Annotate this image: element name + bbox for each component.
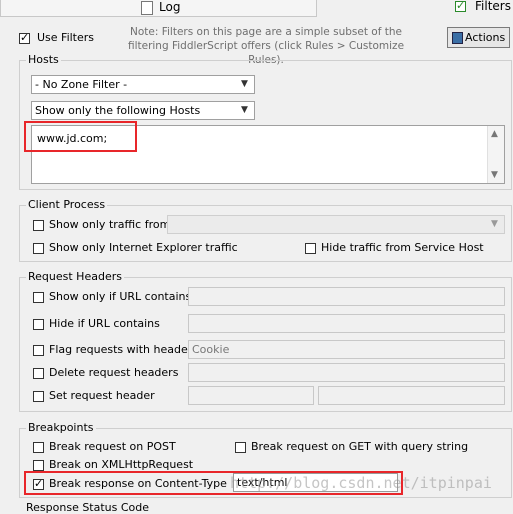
hosts-scrollbar[interactable]: ▲ ▼ [487, 126, 504, 183]
hide-if-url-checkbox[interactable] [33, 319, 44, 330]
zone-filter-value: - No Zone Filter - [35, 78, 128, 91]
hide-if-url-input[interactable] [188, 314, 505, 333]
actions-button[interactable]: Actions [447, 27, 510, 48]
tab-filters-label: Filters [475, 0, 511, 13]
hosts-text: www.jd.com; [37, 132, 108, 145]
break-xhr-checkbox[interactable] [33, 460, 44, 471]
show-only-ie-checkbox[interactable] [33, 243, 44, 254]
break-post-checkbox[interactable] [33, 442, 44, 453]
show-if-url-checkbox[interactable] [33, 292, 44, 303]
delete-headers-input[interactable] [188, 363, 505, 382]
scroll-up-icon[interactable]: ▲ [491, 129, 498, 139]
zone-filter-select[interactable]: - No Zone Filter - ▼ [31, 75, 255, 94]
delete-headers-checkbox[interactable] [33, 368, 44, 379]
host-filter-select[interactable]: Show only the following Hosts ▼ [31, 101, 255, 120]
hosts-group-title: Hosts [26, 53, 61, 66]
flag-headers-input[interactable]: Cookie [188, 340, 505, 359]
flag-headers-checkbox[interactable] [33, 345, 44, 356]
set-header-value-input[interactable] [318, 386, 505, 405]
hide-service-host-label: Hide traffic from Service Host [321, 241, 484, 254]
break-post-label: Break request on POST [49, 440, 176, 453]
log-icon [141, 1, 153, 15]
use-filters-checkbox[interactable] [19, 31, 30, 44]
show-if-url-input[interactable] [188, 287, 505, 306]
chevron-down-icon: ▼ [241, 79, 248, 89]
hide-service-host-checkbox[interactable] [305, 243, 316, 254]
scroll-down-icon[interactable]: ▼ [491, 170, 498, 180]
break-xhr-label: Break on XMLHttpRequest [49, 458, 194, 471]
watermark: http://blog.csdn.net/itpinpai [230, 474, 492, 492]
flag-headers-label: Flag requests with headers [49, 343, 198, 356]
chevron-down-icon: ▼ [241, 105, 248, 115]
hide-if-url-label: Hide if URL contains [49, 317, 160, 330]
flag-headers-value: Cookie [192, 343, 230, 356]
process-select[interactable]: ▼ [167, 215, 505, 234]
use-filters-label: Use Filters [37, 31, 95, 44]
actions-button-label: Actions [465, 31, 506, 44]
tab-log-label: Log [159, 0, 181, 14]
request-headers-title: Request Headers [26, 270, 124, 283]
show-only-traffic-from-checkbox[interactable] [33, 220, 44, 231]
hosts-textarea[interactable]: www.jd.com; ▲ ▼ [31, 125, 505, 184]
show-only-traffic-from-label: Show only traffic from [49, 218, 171, 231]
break-response-ct-checkbox[interactable] [33, 477, 44, 490]
show-if-url-label: Show only if URL contains [49, 290, 192, 303]
set-header-label: Set request header [49, 389, 155, 402]
chevron-down-icon: ▼ [491, 219, 498, 229]
actions-icon [452, 32, 463, 44]
breakpoints-title: Breakpoints [26, 421, 96, 434]
break-get-qs-checkbox[interactable] [235, 442, 246, 453]
show-only-ie-label: Show only Internet Explorer traffic [49, 241, 238, 254]
break-response-ct-label: Break response on Content-Type [49, 477, 227, 490]
host-filter-value: Show only the following Hosts [35, 104, 201, 117]
delete-headers-label: Delete request headers [49, 366, 179, 379]
break-get-qs-label: Break request on GET with query string [251, 440, 469, 453]
tab-log[interactable]: Log [0, 0, 317, 17]
client-process-title: Client Process [26, 198, 108, 211]
set-header-checkbox[interactable] [33, 391, 44, 402]
filters-tab-check-icon [455, 0, 466, 12]
set-header-name-input[interactable] [188, 386, 314, 405]
